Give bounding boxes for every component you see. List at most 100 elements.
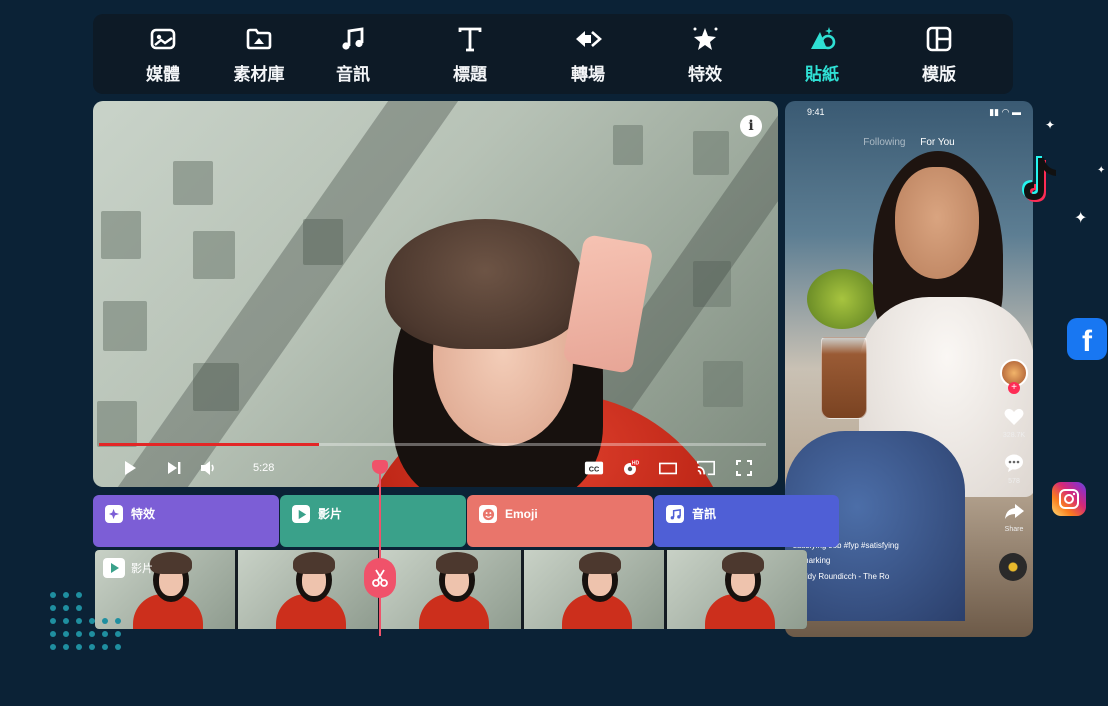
sparkle-icon (105, 505, 123, 523)
decorative-dot (63, 618, 69, 624)
comment-button[interactable] (1002, 451, 1026, 475)
decorative-dot (76, 618, 82, 624)
decorative-dot (76, 644, 82, 650)
scissors-icon (372, 569, 388, 587)
folder-icon (246, 28, 272, 49)
track-label: 影片 (318, 507, 343, 521)
cc-label: CC (589, 465, 600, 474)
decorative-dot (50, 644, 56, 650)
toolbar-item-label: 媒體 (146, 64, 180, 84)
music-disc-icon[interactable] (999, 553, 1027, 581)
track-video[interactable]: 影片 (280, 495, 466, 547)
toolbar-item-label: 音訊 (336, 64, 370, 84)
text-icon (458, 27, 482, 51)
caption-music: Roddy Roundicch - The Ro (793, 572, 890, 581)
track-emoji[interactable]: Emoji (467, 495, 653, 547)
phone-preview: 9:41 ▮▮ ◠ ▬ Following For You + 328.7K 5… (785, 101, 1033, 637)
split-button[interactable] (364, 558, 396, 598)
track-effects[interactable]: 特效 (93, 495, 279, 547)
music-icon (666, 505, 684, 523)
decorative-dot (50, 618, 56, 624)
settings-button[interactable]: HD (619, 457, 641, 479)
captions-button[interactable]: CC (581, 457, 607, 479)
play-icon (125, 461, 136, 475)
theater-mode-button[interactable] (655, 457, 681, 479)
decorative-dot (115, 631, 121, 637)
decorative-dot (50, 631, 56, 637)
decorative-dot (102, 631, 108, 637)
track-audio[interactable]: 音訊 (654, 495, 839, 547)
follow-plus-icon[interactable]: + (1008, 382, 1020, 394)
decorative-dot (89, 644, 95, 650)
wall-texture (613, 125, 643, 165)
wall-texture (693, 131, 729, 175)
heart-icon (1004, 408, 1024, 425)
tab-for-you[interactable]: For You (920, 137, 954, 148)
decorative-dot (63, 605, 69, 611)
cast-button[interactable] (693, 457, 719, 479)
sparkle-icon: ✦ (1097, 165, 1106, 176)
media-icon (150, 28, 176, 49)
facebook-icon: f (1067, 318, 1107, 360)
sparkle-icon: ✦ (1074, 210, 1088, 227)
fullscreen-button[interactable] (733, 457, 755, 479)
play-button[interactable] (119, 457, 141, 479)
toolbar-item-label: 素材庫 (233, 64, 285, 84)
toolbar-item-library[interactable]: 素材庫 (222, 14, 296, 94)
wall-texture (193, 231, 235, 279)
toolbar-item-effects[interactable]: 特效 (668, 14, 742, 94)
next-button[interactable] (163, 457, 185, 479)
toolbar-item-label: 轉場 (571, 64, 605, 84)
track-label: Emoji (505, 507, 538, 521)
toolbar-item-transition[interactable]: 轉場 (551, 14, 625, 94)
gear-icon: HD (624, 459, 640, 475)
decorative-dot (63, 631, 69, 637)
music-note-icon (342, 26, 364, 50)
decorative-dot-grid (50, 592, 132, 658)
track-label: 特效 (131, 507, 156, 521)
volume-icon (201, 461, 214, 475)
decorative-dot (50, 605, 56, 611)
filmstrip-frame (381, 550, 523, 629)
toolbar-item-label: 特效 (688, 64, 722, 84)
time-readout: 5:28 (253, 462, 275, 474)
emoji-icon (479, 505, 497, 523)
play-icon (292, 505, 310, 523)
tool-toolbar: 媒體 素材庫 音訊 標題 轉場 特效 貼紙 模版 (93, 14, 1013, 94)
player-controls: 5:28 CC HD (93, 453, 778, 483)
decorative-dot (63, 644, 69, 650)
toolbar-item-audio[interactable]: 音訊 (316, 14, 390, 94)
transition-icon (576, 30, 602, 47)
like-button[interactable] (1002, 405, 1026, 429)
toolbar-item-title[interactable]: 標題 (433, 14, 507, 94)
toolbar-item-template[interactable]: 模版 (902, 14, 976, 94)
wall-texture (703, 361, 743, 407)
decorative-dot (102, 644, 108, 650)
tiktok-icon (1010, 150, 1082, 212)
video-subject-hat (385, 219, 585, 349)
video-filmstrip[interactable]: 影片 (95, 550, 807, 629)
share-button[interactable] (1002, 499, 1026, 523)
video-player[interactable]: i 5:28 CC HD (93, 101, 778, 487)
cast-icon (697, 460, 715, 476)
status-time: 9:41 (807, 107, 825, 117)
toolbar-item-media[interactable]: 媒體 (126, 14, 200, 94)
toolbar-item-sticker[interactable]: 貼紙 (785, 14, 859, 94)
wall-texture (103, 301, 147, 351)
volume-button[interactable] (197, 457, 219, 479)
background-plant (807, 269, 877, 329)
tab-following[interactable]: Following (863, 137, 905, 148)
progress-bar[interactable] (99, 443, 766, 446)
filmstrip-label: 影片 (131, 563, 153, 575)
template-icon (926, 26, 952, 51)
magic-wand-icon (693, 27, 718, 50)
info-icon[interactable]: i (740, 115, 762, 137)
wall-texture (97, 401, 137, 447)
decorative-dot (115, 644, 121, 650)
toolbar-item-label: 模版 (922, 64, 956, 84)
iced-coffee (821, 337, 867, 419)
wall-texture (101, 211, 141, 259)
playhead[interactable] (379, 466, 381, 636)
filmstrip-frame (238, 550, 380, 629)
comment-icon (1005, 454, 1023, 472)
